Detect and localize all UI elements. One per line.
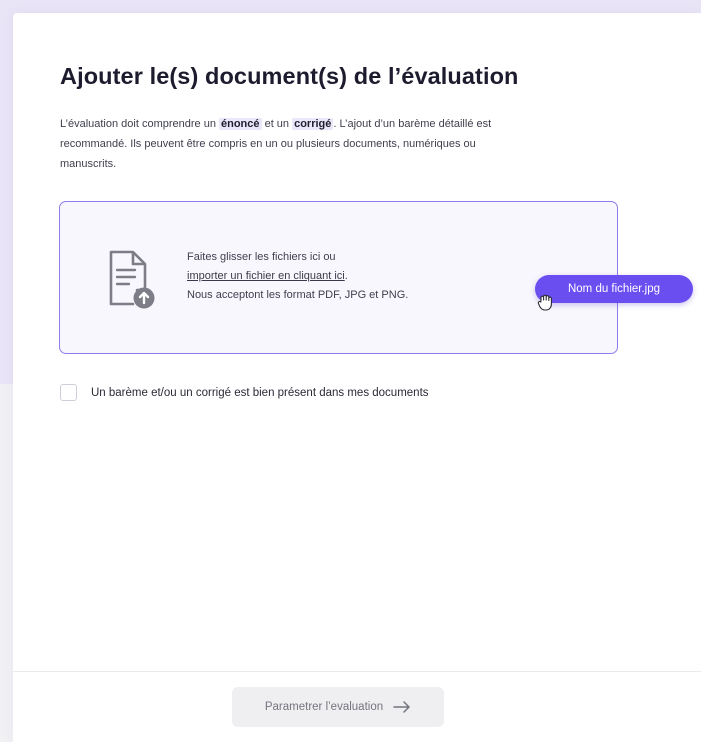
dropzone-line-2: importer un fichier en cliquant ici. bbox=[187, 267, 408, 286]
page-description: L’évaluation doit comprendre un énoncé e… bbox=[60, 114, 530, 174]
page-title: Ajouter le(s) document(s) de l’évaluatio… bbox=[60, 63, 519, 89]
confirmation-checkbox-label: Un barème et/ou un corrigé est bien prés… bbox=[91, 386, 429, 399]
dropzone-link-suffix: . bbox=[344, 270, 348, 282]
dropzone-instructions: Faites glisser les fichiers ici ou impor… bbox=[187, 248, 408, 305]
grab-cursor-icon bbox=[537, 294, 552, 311]
description-text: L’évaluation doit comprendre un bbox=[60, 118, 219, 130]
highlight-corrige: corrigé bbox=[292, 118, 334, 130]
configure-evaluation-button[interactable]: Parametrer l’evaluation bbox=[232, 687, 444, 727]
dragged-file-chip[interactable]: Nom du fichier.jpg bbox=[535, 275, 693, 303]
document-upload-icon bbox=[109, 250, 155, 309]
dropzone-line-3: Nous acceptont les format PDF, JPG et PN… bbox=[187, 289, 409, 301]
footer-divider bbox=[13, 671, 701, 672]
upload-card: Ajouter le(s) document(s) de l’évaluatio… bbox=[13, 13, 701, 742]
dropzone-line-1: Faites glisser les fichiers ici ou bbox=[187, 251, 336, 263]
description-text: et un bbox=[261, 118, 293, 130]
arrow-right-icon bbox=[393, 701, 410, 713]
highlight-enonce: énoncé bbox=[219, 118, 262, 130]
confirmation-checkbox-row[interactable]: Un barème et/ou un corrigé est bien prés… bbox=[60, 384, 429, 401]
file-dropzone[interactable]: Faites glisser les fichiers ici ou impor… bbox=[59, 201, 618, 354]
confirmation-checkbox[interactable] bbox=[60, 384, 77, 401]
import-file-link[interactable]: importer un fichier en cliquant ici bbox=[187, 270, 345, 282]
configure-evaluation-label: Parametrer l’evaluation bbox=[264, 701, 384, 713]
